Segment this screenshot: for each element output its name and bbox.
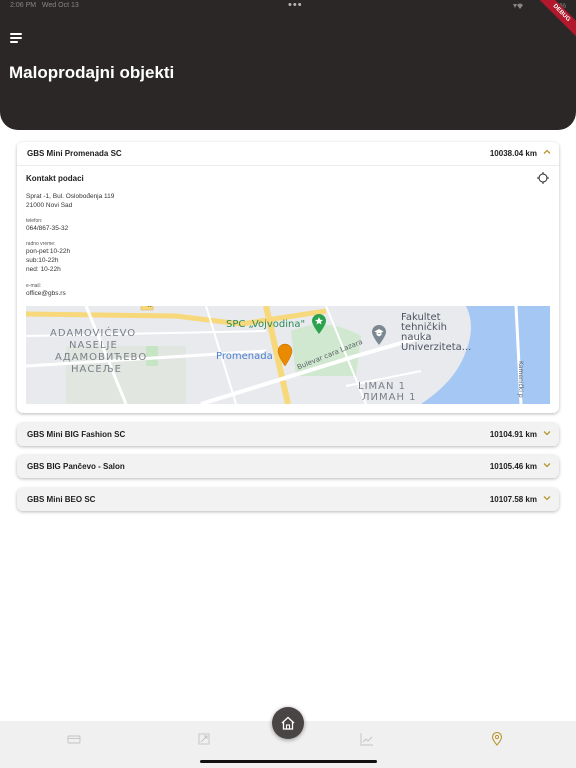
map-label-naselje-cyr: НАСЕЉЕ [71, 364, 122, 375]
map-label-adamovicevo: ADAMOVIĆEVO [50, 328, 137, 339]
map-label-fakultet: Fakultet tehničkih nauka Univerziteta... [401, 312, 472, 353]
green-map-pin-icon[interactable] [311, 313, 327, 335]
map-label-liman: LIMAN 1 [358, 381, 407, 392]
hours-label: radno vreme: [26, 241, 56, 247]
store-name: GBS BIG Pančevo - Salon [27, 462, 125, 471]
chevron-down-icon[interactable] [542, 460, 552, 470]
map-label-promenada: Promenada [216, 351, 273, 362]
store-distance: 10105.46 km [489, 462, 537, 471]
store-location-pin-icon[interactable] [277, 343, 293, 367]
phone-label: telefon: [26, 218, 43, 224]
chevron-down-icon[interactable] [542, 428, 552, 438]
email-value[interactable]: office@gbs.rs [26, 290, 66, 299]
store-details: Kontakt podaci Sprat -1, Bul. Oslobođenj… [17, 165, 559, 413]
box-icon[interactable] [197, 732, 211, 746]
store-header[interactable]: GBS BIG Pančevo - Salon 10105.46 km [17, 455, 559, 478]
home-indicator [200, 760, 377, 763]
card-icon[interactable] [67, 732, 81, 746]
chevron-down-icon[interactable] [542, 493, 552, 503]
store-name: GBS Mini Promenada SC [27, 149, 122, 158]
map-label-adamovicevo-cyr: АДАМОВИЋЕВО [55, 352, 148, 363]
wifi-icon [513, 3, 524, 9]
store-distance: 10038.04 km [489, 149, 537, 158]
school-map-pin-icon[interactable] [371, 324, 387, 346]
status-time: 2:06 PM Wed Oct 13 [10, 2, 79, 9]
store-map[interactable]: 12 ADAMOVIĆEVO NASELJE АДАМОВИЋЕВО НАСЕЉ… [26, 306, 550, 404]
home-icon [281, 716, 295, 730]
chart-icon[interactable] [360, 732, 374, 746]
page-title: Maloprodajni objekti [9, 63, 175, 82]
phone-value[interactable]: 064/867-35-32 [26, 225, 68, 234]
app-header: 2:06 PM Wed Oct 13 ••• 100% DEBUG Malopr… [0, 0, 576, 130]
store-distance: 10104.91 km [489, 430, 537, 439]
store-header[interactable]: GBS Mini Promenada SC 10038.04 km [17, 142, 559, 165]
hours-weekday: pon-pet:10-22h [26, 248, 71, 255]
address-line-1: Sprat -1, Bul. Oslobođenja 119 [26, 193, 115, 200]
store-card-expanded: GBS Mini Promenada SC 10038.04 km Kontak… [17, 142, 559, 413]
menu-button[interactable] [10, 33, 23, 43]
store-card[interactable]: GBS Mini BEO SC 10107.58 km [17, 488, 559, 511]
multitasking-dots[interactable]: ••• [288, 0, 303, 11]
email-label: e-mail: [26, 283, 42, 289]
map-label-kamenicki: Kamenički p [517, 361, 524, 398]
store-name: GBS Mini BEO SC [27, 495, 96, 504]
store-card[interactable]: GBS BIG Pančevo - Salon 10105.46 km [17, 455, 559, 478]
map-label-naselje: NASELJE [69, 340, 118, 351]
map-label-liman-cyr: ЛИМАН 1 [362, 392, 417, 403]
road-number-label: 12 [147, 306, 152, 308]
contact-title: Kontakt podaci [26, 174, 84, 183]
map-label-spc: SPC „Vojvodina" [226, 319, 306, 330]
address-line-2: 21000 Novi Sad [26, 202, 73, 209]
location-pin-icon[interactable] [490, 732, 504, 746]
hours-saturday: sub:10-22h [26, 257, 59, 264]
store-card[interactable]: GBS Mini BIG Fashion SC 10104.91 km [17, 423, 559, 446]
store-name: GBS Mini BIG Fashion SC [27, 430, 126, 439]
chevron-up-icon[interactable] [542, 147, 552, 157]
store-header[interactable]: GBS Mini BEO SC 10107.58 km [17, 488, 559, 511]
store-distance: 10107.58 km [489, 495, 537, 504]
store-header[interactable]: GBS Mini BIG Fashion SC 10104.91 km [17, 423, 559, 446]
hours-sunday: ned: 10-22h [26, 266, 61, 273]
home-button[interactable] [272, 707, 304, 739]
status-bar: 2:06 PM Wed Oct 13 ••• 100% [10, 0, 566, 14]
locate-icon[interactable] [537, 172, 549, 184]
